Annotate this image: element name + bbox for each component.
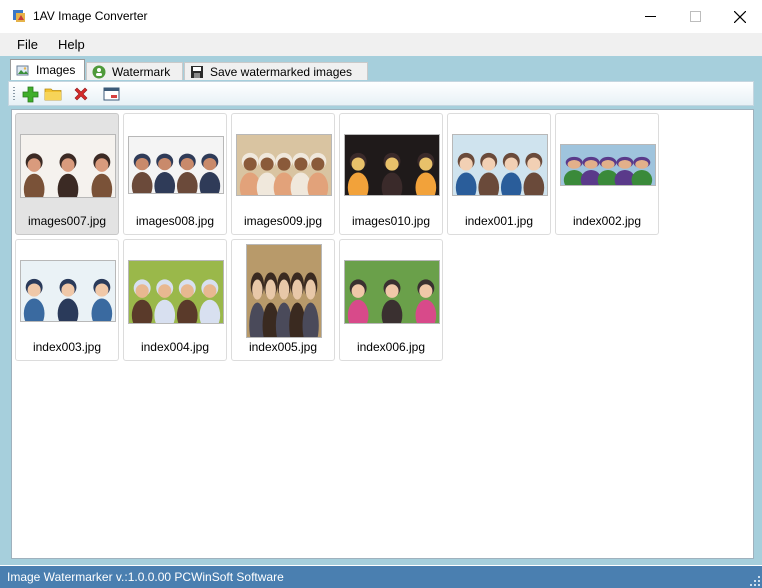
add-image-button[interactable] — [21, 85, 39, 103]
delete-icon — [74, 87, 88, 101]
window-icon — [103, 87, 119, 101]
thumbnail-filename: images007.jpg — [27, 214, 107, 228]
menu-help[interactable]: Help — [58, 37, 85, 52]
thumbnail-photo — [344, 260, 440, 324]
status-text: Image Watermarker v.:1.0.0.00 PCWinSoft … — [7, 570, 284, 584]
close-icon — [734, 10, 746, 23]
app-icon — [13, 10, 25, 22]
tab-save-label: Save watermarked images — [210, 64, 353, 79]
thumbnail-filename: images009.jpg — [243, 214, 323, 228]
menu-bar: File Help — [0, 33, 762, 56]
thumbnail-filename: index005.jpg — [248, 340, 318, 354]
thumbnail-photo — [452, 134, 548, 196]
tab-images-label: Images — [36, 63, 76, 77]
thumbnail-photo — [20, 134, 116, 198]
image-thumbnail[interactable]: index005.jpg — [231, 239, 335, 361]
thumbnail-photo — [128, 136, 224, 194]
tab-strip: Images Watermark Save watermarked images — [0, 56, 762, 80]
thumbnail-filename: images008.jpg — [135, 214, 215, 228]
tab-watermark[interactable]: Watermark — [86, 62, 183, 80]
plus-icon — [22, 86, 38, 102]
app-window: 1AV Image Converter File Help Images Wat… — [0, 0, 762, 588]
thumbnail-filename: index001.jpg — [464, 214, 534, 228]
toolbar — [8, 81, 754, 106]
image-thumbnail[interactable]: index001.jpg — [447, 113, 551, 235]
save-icon — [191, 65, 203, 78]
thumbnail-photo — [344, 134, 440, 196]
thumbnail-photo — [20, 260, 116, 322]
remove-button[interactable] — [72, 85, 90, 103]
toolbar-grip — [13, 87, 15, 101]
image-thumbnail[interactable]: images009.jpg — [231, 113, 335, 235]
window-title: 1AV Image Converter — [33, 9, 148, 23]
maximize-button[interactable] — [672, 0, 718, 33]
tab-watermark-label: Watermark — [112, 64, 171, 79]
thumbnail-filename: images010.jpg — [351, 214, 431, 228]
thumbnail-filename: index004.jpg — [140, 340, 210, 354]
watermark-icon — [92, 65, 106, 78]
preview-button[interactable] — [102, 85, 120, 103]
image-thumbnail[interactable]: images010.jpg — [339, 113, 443, 235]
image-thumbnail[interactable]: index006.jpg — [339, 239, 443, 361]
maximize-icon — [689, 11, 701, 22]
resize-grip-icon[interactable] — [750, 576, 760, 586]
close-button[interactable] — [717, 0, 762, 33]
images-icon — [16, 65, 29, 76]
image-thumbnail[interactable]: index003.jpg — [15, 239, 119, 361]
image-thumbnail[interactable]: images008.jpg — [123, 113, 227, 235]
thumbnail-photo — [236, 134, 332, 196]
folder-icon — [44, 88, 62, 101]
tab-save-watermarked[interactable]: Save watermarked images — [184, 62, 368, 80]
minimize-icon — [644, 16, 656, 17]
thumbnail-photo — [246, 244, 322, 338]
thumbnail-filename: index006.jpg — [356, 340, 426, 354]
add-folder-button[interactable] — [44, 85, 62, 103]
image-thumbnail[interactable]: index004.jpg — [123, 239, 227, 361]
menu-file[interactable]: File — [17, 37, 38, 52]
image-list[interactable]: images007.jpg images008.jpg images009.jpg i… — [11, 109, 754, 559]
thumbnail-photo — [128, 260, 224, 324]
status-bar: Image Watermarker v.:1.0.0.00 PCWinSoft … — [0, 566, 762, 588]
thumbnail-filename: index002.jpg — [572, 214, 642, 228]
image-thumbnail[interactable]: index002.jpg — [555, 113, 659, 235]
title-bar[interactable]: 1AV Image Converter — [0, 0, 762, 33]
thumbnail-photo — [560, 144, 656, 186]
minimize-button[interactable] — [627, 0, 673, 33]
image-thumbnail[interactable]: images007.jpg — [15, 113, 119, 235]
thumbnail-filename: index003.jpg — [32, 340, 102, 354]
tab-images[interactable]: Images — [10, 59, 85, 80]
